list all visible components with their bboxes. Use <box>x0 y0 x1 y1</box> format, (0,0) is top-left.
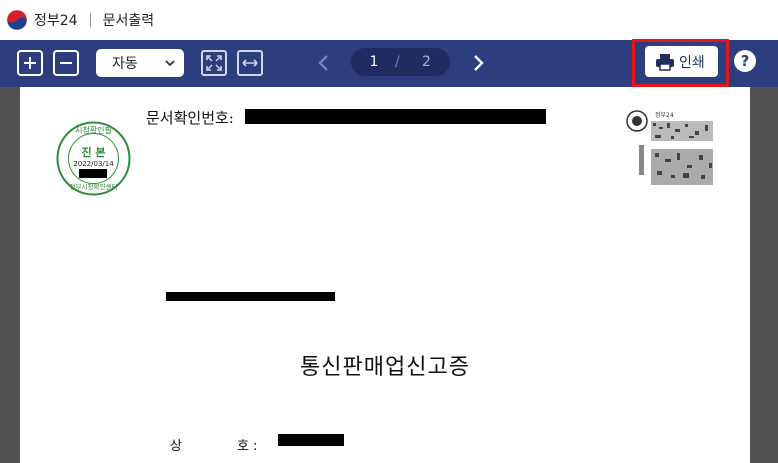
previous-page-icon[interactable] <box>314 52 334 74</box>
seal-bottom-text: 정부시청확인센터 <box>70 182 118 191</box>
seal-date: 2022/03/14 <box>73 160 114 168</box>
page-total: 2 <box>422 54 431 70</box>
zoom-out-button[interactable] <box>53 50 79 76</box>
page-current-input[interactable]: 1 <box>368 54 380 70</box>
page-indicator: 1 / 2 <box>351 48 450 76</box>
title-bar: 정부24 문서출력 <box>0 0 778 40</box>
zoom-select-value: 자동 <box>112 56 138 72</box>
doc-number-label: 문서확인번호: <box>146 109 234 127</box>
title-separator <box>89 13 91 27</box>
zoom-select[interactable]: 자동 <box>96 49 184 77</box>
redacted-doc-number <box>245 109 546 124</box>
zoom-in-button[interactable] <box>17 50 43 76</box>
gov-logo-icon <box>6 9 28 31</box>
help-button[interactable]: ? <box>734 50 756 72</box>
field-label-sang: 상 <box>170 439 182 454</box>
app-name: 정부24 <box>34 13 78 29</box>
print-button[interactable]: 인쇄 <box>645 46 718 77</box>
official-seal-icon: 시청확인필 진 본 2022/03/14 정부시청확인센터 <box>56 121 131 196</box>
print-button-label: 인쇄 <box>679 54 705 71</box>
qr-code-icon: 정부24 <box>626 110 713 185</box>
window-title: 문서출력 <box>102 13 155 29</box>
next-page-icon[interactable] <box>468 52 488 74</box>
qr-label: 정부24 <box>655 112 674 119</box>
arrows-horizontal-icon <box>242 59 258 67</box>
page-separator: / <box>395 54 400 70</box>
chevron-down-icon <box>165 60 175 67</box>
document-title: 통신판매업신고증 <box>300 355 470 380</box>
document-viewer[interactable]: 문서확인번호: 시청확인필 진 본 2022/03/14 정부시청확인센터 정부… <box>0 87 778 463</box>
redacted-business-name <box>278 434 344 446</box>
fit-page-button[interactable] <box>201 50 227 76</box>
plus-icon <box>24 57 36 69</box>
expand-icon <box>206 55 222 71</box>
fit-width-button[interactable] <box>237 50 263 76</box>
seal-top-text: 시청확인필 <box>75 125 112 135</box>
seal-center-text: 진 본 <box>81 145 105 159</box>
document-page: 문서확인번호: 시청확인필 진 본 2022/03/14 정부시청확인센터 정부… <box>20 87 750 463</box>
printer-icon <box>656 53 674 71</box>
minus-icon <box>60 62 72 64</box>
field-label-ho: 호 : <box>237 439 258 454</box>
redacted-reference <box>166 292 335 301</box>
